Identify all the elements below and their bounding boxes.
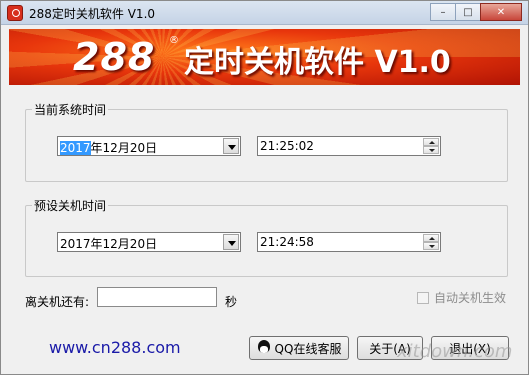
banner-logo: 288 (73, 35, 156, 79)
spin-down-button[interactable] (423, 242, 439, 250)
app-window: 288定时关机软件 V1.0 – □ ✕ 288 ® 定时关机软件 V1.0 当… (0, 0, 529, 375)
window-controls: – □ ✕ (430, 3, 522, 21)
qq-support-label: QQ在线客服 (274, 341, 342, 356)
spin-arrows-icon (423, 138, 439, 154)
exit-button[interactable]: 退出(X) (431, 336, 509, 360)
maximize-button[interactable]: □ (455, 3, 481, 21)
shutdown-time-value: 21:24:58 (260, 235, 314, 249)
chevron-down-icon[interactable] (223, 138, 239, 154)
current-date-value: 2017年12月20日 (60, 139, 157, 156)
app-clock-icon (7, 5, 23, 21)
current-time-spinner[interactable]: 21:25:02 (257, 136, 441, 156)
current-time-legend: 当前系统时间 (32, 101, 109, 118)
shutdown-date-value: 2017年12月20日 (60, 237, 158, 251)
about-button[interactable]: 关于(A) (357, 336, 423, 360)
shutdown-date-combo[interactable]: 2017年12月20日 (57, 232, 241, 252)
about-label: 关于(A) (369, 341, 411, 356)
website-link[interactable]: www.cn288.com (49, 338, 181, 357)
remaining-label: 离关机还有: (25, 295, 90, 309)
close-button[interactable]: ✕ (480, 3, 522, 21)
header-banner: 288 ® 定时关机软件 V1.0 (9, 29, 520, 85)
current-date-combo[interactable]: 2017年12月20日 (57, 136, 241, 156)
spin-arrows-icon (423, 234, 439, 250)
auto-shutdown-option[interactable]: 自动关机生效 (417, 289, 506, 306)
auto-shutdown-checkbox[interactable] (417, 291, 429, 304)
banner-title: 定时关机软件 V1.0 (184, 45, 451, 80)
exit-label: 退出(X) (449, 341, 491, 356)
current-date-year-selected: 2017 (60, 141, 91, 155)
chevron-down-icon[interactable] (223, 234, 239, 250)
auto-shutdown-label: 自动关机生效 (434, 291, 507, 305)
qq-support-button[interactable]: QQ在线客服 (249, 336, 349, 360)
qq-penguin-icon (257, 340, 271, 356)
spin-up-button[interactable] (423, 138, 439, 146)
current-date-rest: 年12月20日 (90, 141, 158, 155)
seconds-unit-label: 秒 (225, 295, 238, 309)
current-time-value: 21:25:02 (260, 139, 314, 153)
title-bar[interactable]: 288定时关机软件 V1.0 – □ ✕ (1, 1, 528, 25)
registered-mark: ® (169, 35, 179, 46)
minimize-button[interactable]: – (430, 3, 456, 21)
shutdown-time-spinner[interactable]: 21:24:58 (257, 232, 441, 252)
spin-down-button[interactable] (423, 146, 439, 154)
window-title: 288定时关机软件 V1.0 (29, 7, 156, 21)
spin-up-button[interactable] (423, 234, 439, 242)
remaining-seconds-field[interactable] (97, 287, 217, 307)
shutdown-time-legend: 预设关机时间 (32, 197, 109, 214)
